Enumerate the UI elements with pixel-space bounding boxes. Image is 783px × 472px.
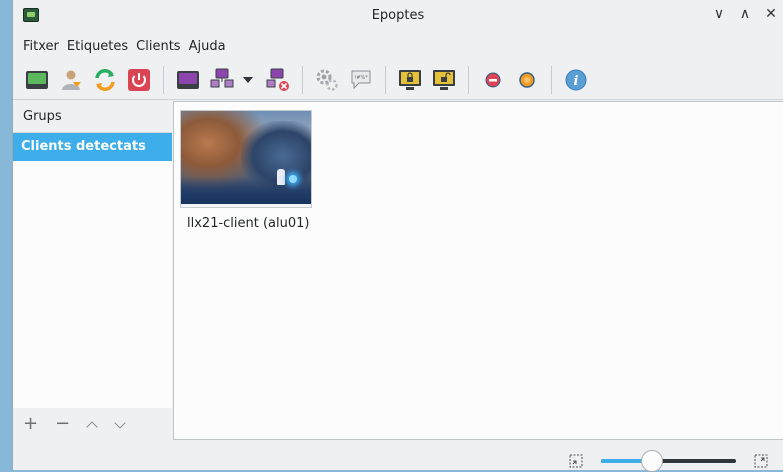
zoom-slider[interactable] [601, 450, 736, 472]
toolbar-separator [302, 65, 303, 94]
mute-sound-button[interactable] [477, 64, 509, 96]
user-login-icon [62, 70, 81, 90]
reboot-button[interactable] [89, 64, 121, 96]
minimize-icon[interactable]: ∨ [713, 7, 725, 21]
about-info-icon: i [565, 69, 587, 90]
shutdown-button[interactable] [123, 64, 155, 96]
unlock-screen-icon [433, 69, 455, 90]
toolbar-separator [163, 65, 164, 94]
title-bar[interactable]: Epoptes ∨ ∧ ✕ [13, 0, 783, 32]
stop-broadcast-icon [266, 68, 289, 91]
clients-view[interactable]: llx21-client (alu01) [173, 101, 783, 440]
menu-fitxer[interactable]: Fitxer [23, 39, 65, 54]
svg-text:i: i [574, 74, 579, 89]
maximize-icon[interactable]: ∧ [739, 7, 751, 21]
groups-header: Grups [13, 101, 172, 133]
move-down-icon[interactable] [115, 419, 125, 429]
zoom-out-icon[interactable] [569, 454, 583, 468]
toolbar-separator [385, 65, 386, 94]
svg-text:!#%*: !#%* [354, 75, 368, 81]
send-message-icon: !#%* [351, 70, 371, 89]
unmute-sound-button[interactable] [511, 64, 543, 96]
menu-bar: Fitxer Etiquetes Clients Ajuda [13, 32, 783, 60]
wake-on-lan-icon [26, 70, 48, 89]
client-label: llx21-client (alu01) [187, 216, 310, 231]
epoptes-window: Epoptes ∨ ∧ ✕ Fitxer Etiquetes Clients A… [12, 0, 783, 472]
move-up-icon[interactable] [87, 419, 97, 429]
zoom-slider-handle[interactable] [641, 450, 663, 472]
broadcast-dropdown-arrow[interactable] [240, 64, 256, 96]
broadcast-screen-button[interactable] [206, 64, 238, 96]
wake-on-lan-button[interactable] [21, 64, 53, 96]
remote-support-button[interactable] [172, 64, 204, 96]
toolbar-separator [551, 65, 552, 94]
stop-broadcast-button[interactable] [262, 64, 294, 96]
toolbar: !#%* i [13, 60, 783, 100]
about-button[interactable]: i [560, 64, 592, 96]
unmute-sound-icon [519, 71, 535, 88]
sidebar-item-detected-clients[interactable]: Clients detectats [13, 133, 172, 161]
reboot-icon [95, 68, 115, 91]
groups-sidebar: Grups Clients detectats [13, 101, 172, 408]
close-icon[interactable]: ✕ [765, 7, 777, 21]
window-title: Epoptes [371, 8, 425, 23]
client-item[interactable]: llx21-client (alu01) [180, 110, 312, 231]
menu-etiquetes[interactable]: Etiquetes [67, 39, 134, 54]
menu-ajuda[interactable]: Ajuda [189, 39, 232, 54]
user-login-button[interactable] [55, 64, 87, 96]
execute-command-button[interactable] [311, 64, 343, 96]
broadcast-screen-icon [210, 68, 234, 87]
menu-clients[interactable]: Clients [136, 39, 186, 54]
unlock-screen-button[interactable] [428, 64, 460, 96]
send-message-button[interactable]: !#%* [345, 64, 377, 96]
lock-screen-icon [399, 69, 421, 90]
client-screen-thumbnail[interactable] [180, 110, 312, 208]
mute-sound-icon [485, 72, 501, 87]
groups-footer: + − [13, 408, 172, 440]
lock-screen-button[interactable] [394, 64, 426, 96]
window-controls: ∨ ∧ ✕ [713, 7, 777, 21]
remote-support-icon [177, 70, 199, 89]
execute-command-icon [316, 69, 338, 91]
shutdown-icon [128, 68, 150, 91]
remove-group-button[interactable]: − [55, 415, 70, 433]
zoom-in-icon[interactable] [754, 454, 768, 468]
add-group-button[interactable]: + [23, 415, 38, 433]
toolbar-separator [468, 65, 469, 94]
